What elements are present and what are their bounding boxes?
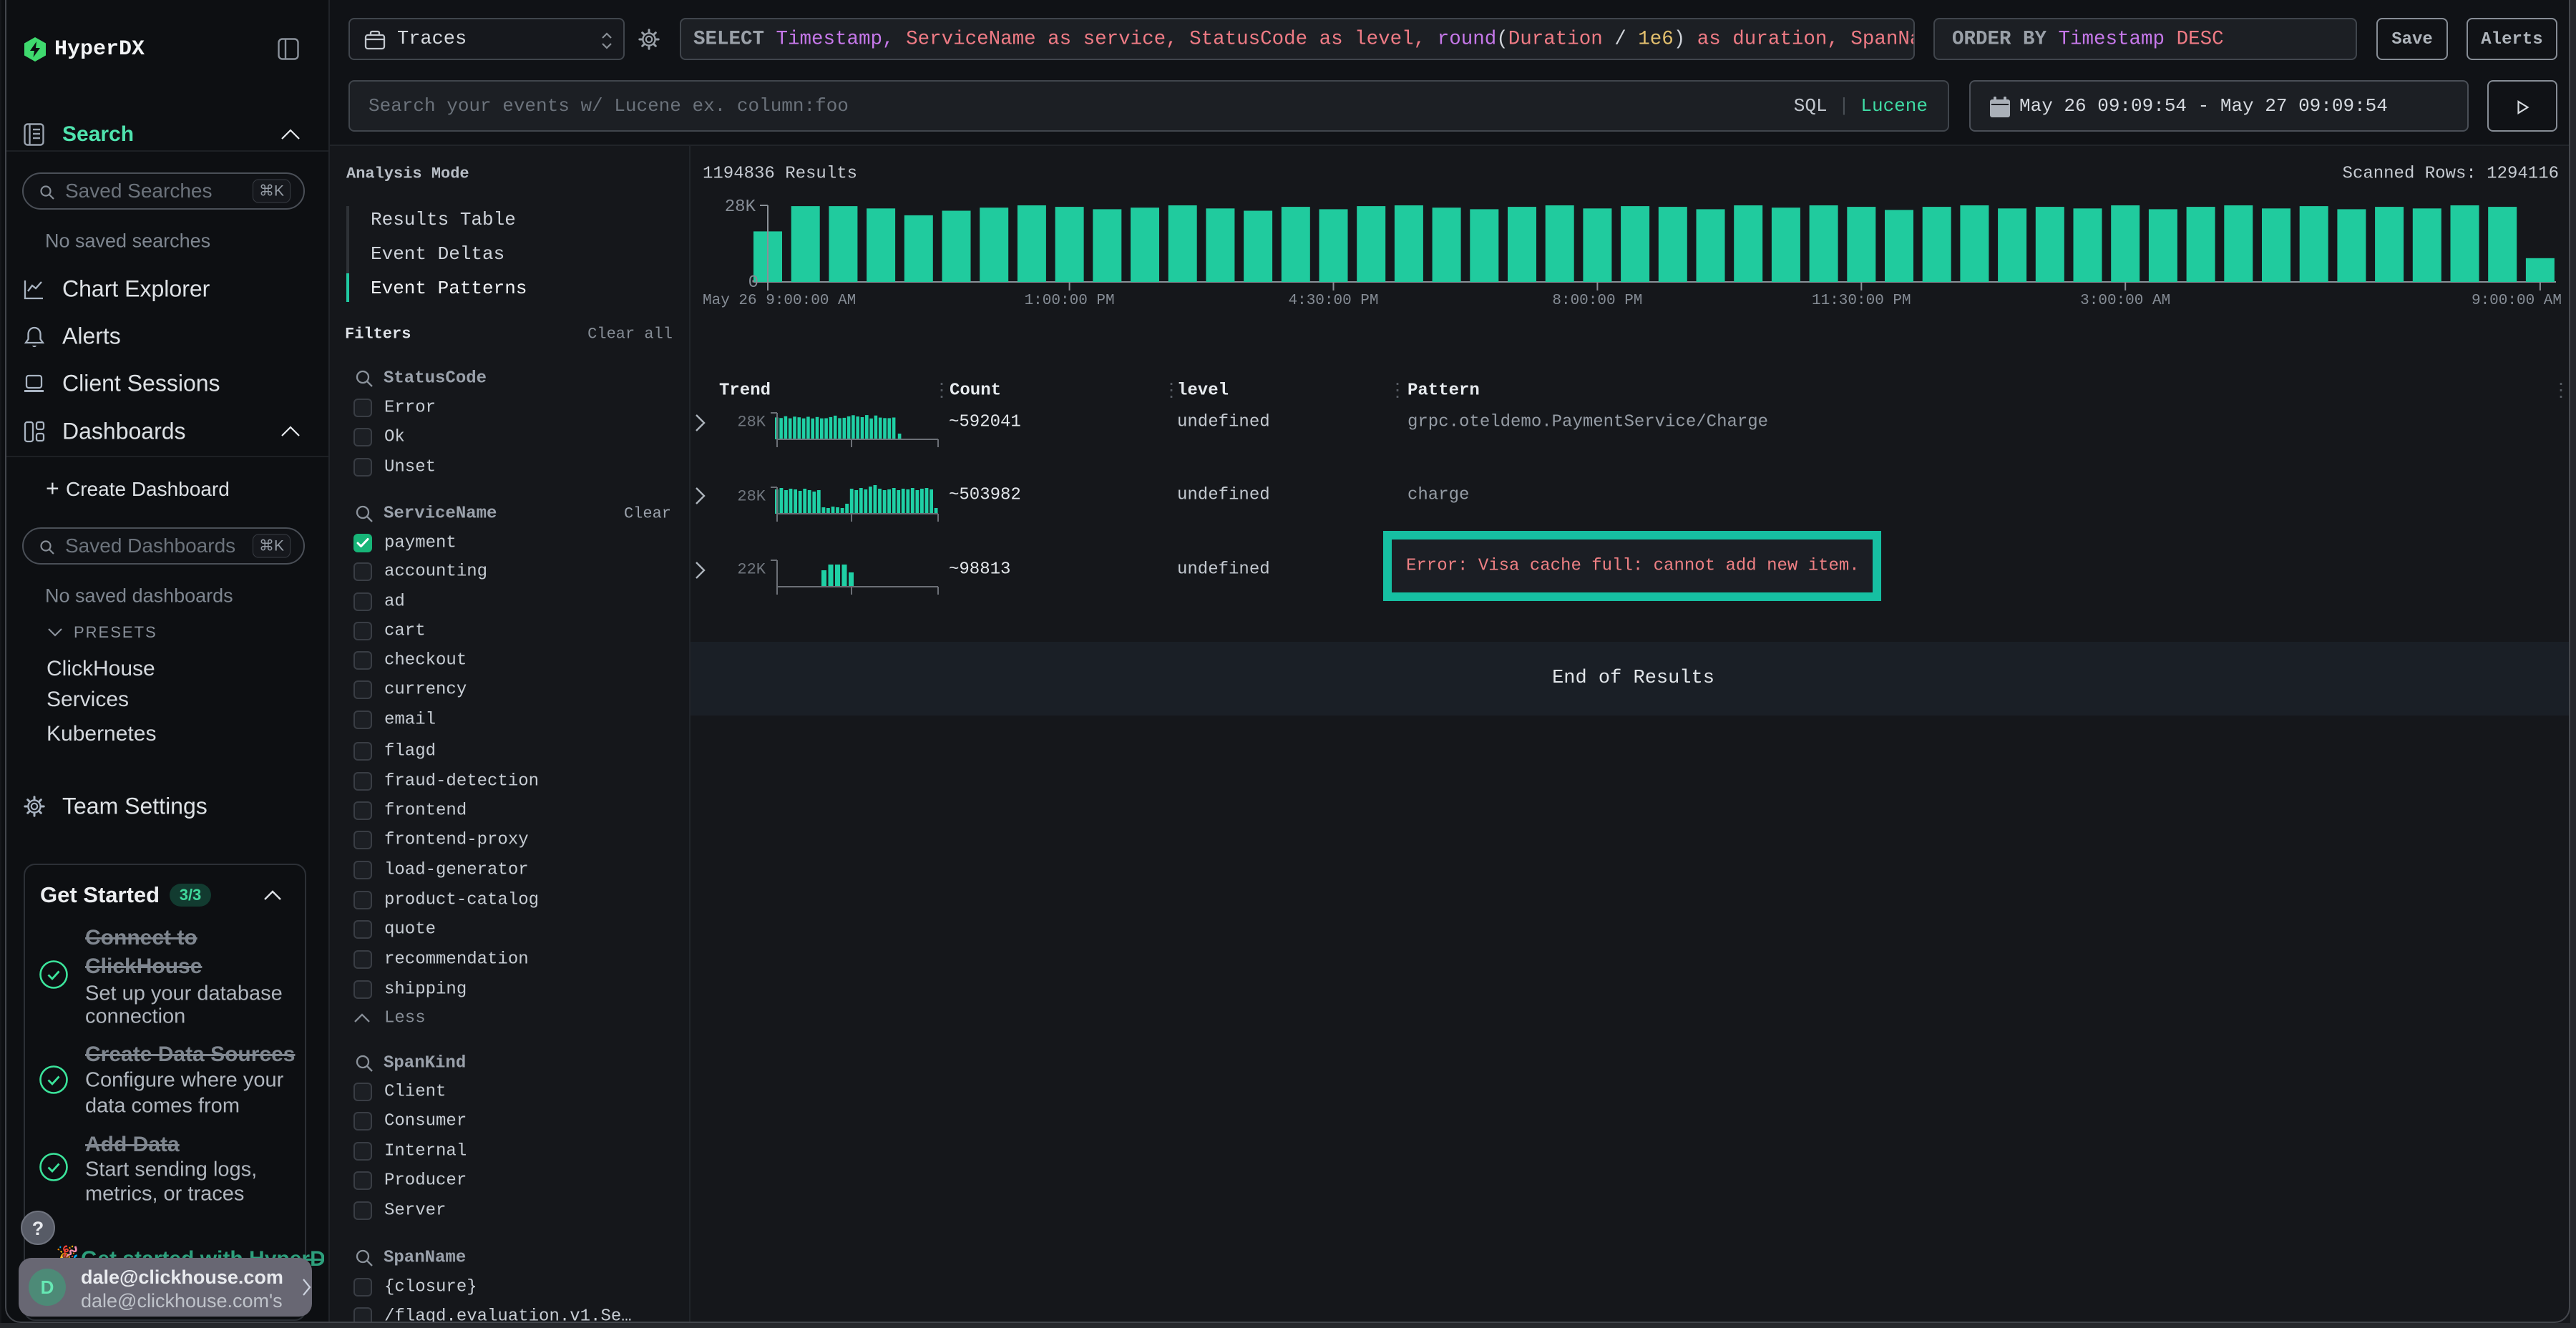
svg-text:11:30:00 PM: 11:30:00 PM — [1812, 293, 1911, 309]
svg-text:3:00:00 AM: 3:00:00 AM — [2080, 293, 2170, 309]
svg-text:May 26 9:00:00 AM: May 26 9:00:00 AM — [703, 293, 856, 309]
svg-text:9:00:00 AM: 9:00:00 AM — [2472, 293, 2562, 309]
svg-text:0: 0 — [748, 273, 758, 293]
svg-text:4:30:00 PM: 4:30:00 PM — [1288, 293, 1378, 309]
svg-text:28K: 28K — [725, 197, 756, 217]
svg-text:1:00:00 PM: 1:00:00 PM — [1025, 293, 1115, 309]
svg-text:8:00:00 PM: 8:00:00 PM — [1552, 293, 1642, 309]
